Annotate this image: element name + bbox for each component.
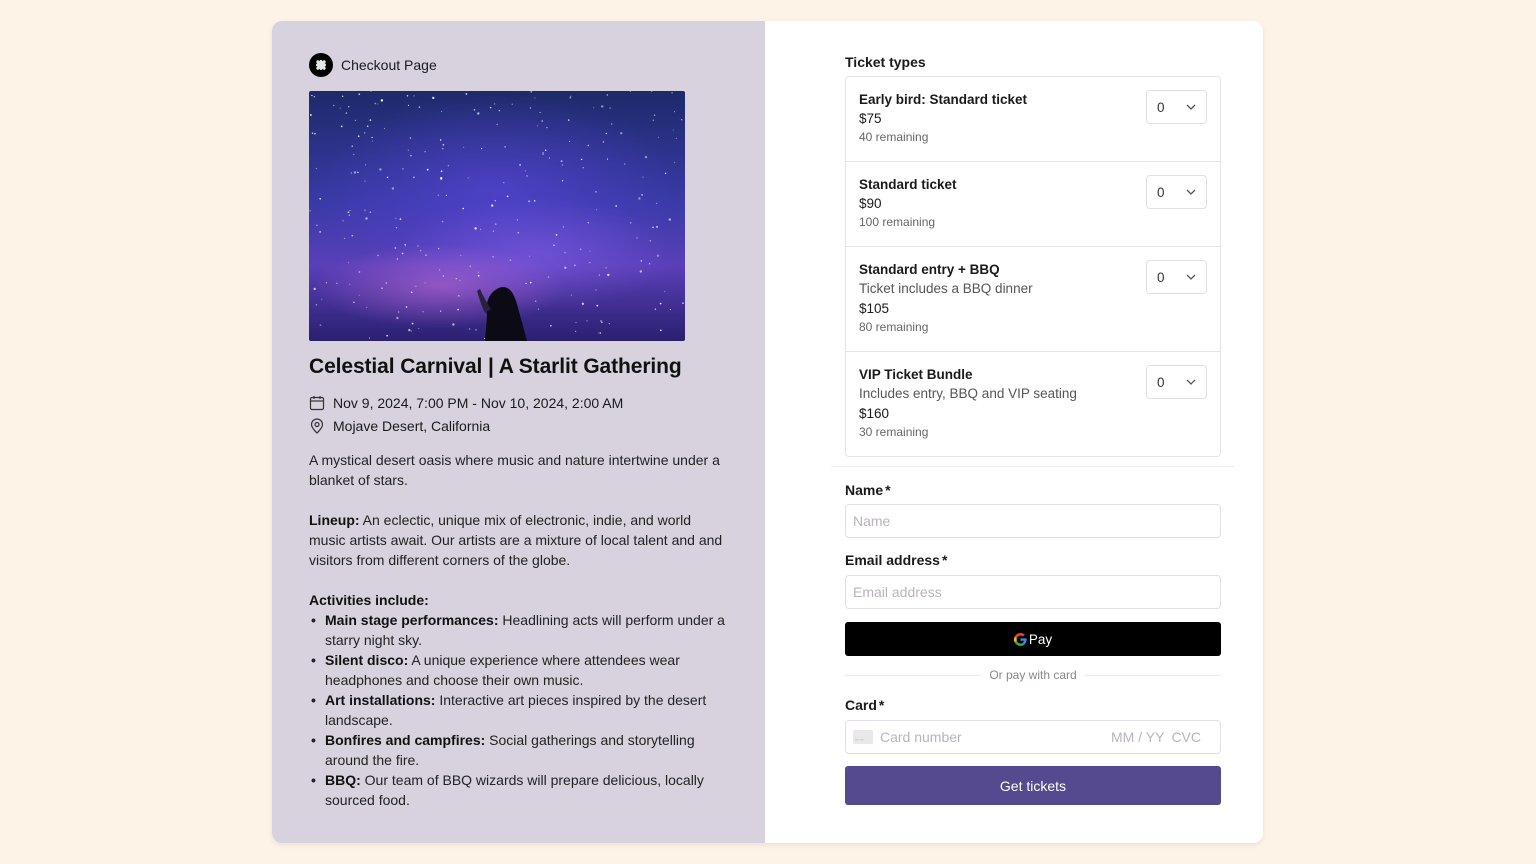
ticket-remaining: 40 remaining	[859, 130, 929, 144]
ticket-list: Early bird: Standard ticket $75 40 remai…	[845, 76, 1221, 457]
google-pay-label: Pay	[1028, 631, 1053, 647]
ticket-types-label: Ticket types	[845, 54, 926, 70]
email-input[interactable]	[845, 575, 1221, 609]
event-datetime-text: Nov 9, 2024, 7:00 PM - Nov 10, 2024, 2:0…	[333, 395, 624, 411]
event-datetime: Nov 9, 2024, 7:00 PM - Nov 10, 2024, 2:0…	[309, 393, 728, 413]
chevron-down-icon	[1186, 379, 1196, 385]
ticket-item-standard-bbq: Standard entry + BBQ Ticket includes a B…	[846, 247, 1220, 352]
event-intro: A mystical desert oasis where music and …	[309, 452, 720, 488]
card-expiry-placeholder: MM / YY	[1111, 729, 1165, 745]
event-location: Mojave Desert, California	[309, 416, 728, 436]
quantity-select[interactable]: 0	[1146, 365, 1207, 399]
ticket-remaining: 30 remaining	[859, 425, 929, 439]
activity-item: Main stage performances: Headlining acts…	[309, 610, 728, 650]
quantity-value: 0	[1157, 184, 1165, 200]
or-pay-with-card-text: Or pay with card	[989, 668, 1077, 682]
event-details-panel: Checkout Page Celestial Carnival | A Sta…	[272, 21, 765, 843]
chevron-down-icon	[1186, 189, 1196, 195]
silhouette-figure	[477, 286, 527, 341]
card-label: Card *	[845, 697, 885, 713]
name-label: Name *	[845, 482, 891, 498]
activity-item: Art installations: Interactive art piece…	[309, 690, 728, 730]
activity-item: Bonfires and campfires: Social gathering…	[309, 730, 728, 770]
ticket-item-early-bird: Early bird: Standard ticket $75 40 remai…	[846, 77, 1220, 162]
event-lineup: Lineup: An eclectic, unique mix of elect…	[309, 512, 723, 568]
activities-list: Main stage performances: Headlining acts…	[309, 610, 728, 810]
quantity-value: 0	[1157, 374, 1165, 390]
ticket-item-vip: VIP Ticket Bundle Includes entry, BBQ an…	[846, 352, 1220, 456]
event-hero-image	[309, 91, 685, 341]
chevron-down-icon	[1186, 274, 1196, 280]
get-tickets-button[interactable]: Get tickets	[845, 766, 1221, 805]
google-g-icon	[1013, 632, 1027, 646]
activity-item: Silent disco: A unique experience where …	[309, 650, 728, 690]
event-description: A mystical desert oasis where music and …	[309, 450, 728, 810]
quantity-select[interactable]: 0	[1146, 260, 1207, 294]
quantity-select[interactable]: 0	[1146, 175, 1207, 209]
ticket-price: $160	[859, 406, 890, 421]
ticket-remaining: 80 remaining	[859, 320, 929, 334]
card-input[interactable]: Card number MM / YY CVC	[845, 720, 1221, 754]
activities-heading: Activities include:	[309, 592, 429, 608]
checkout-form-panel: Ticket types Early bird: Standard ticket…	[765, 21, 1263, 843]
ticket-remaining: 100 remaining	[859, 215, 936, 229]
activity-item: BBQ: Our team of BBQ wizards will prepar…	[309, 770, 728, 810]
quantity-select[interactable]: 0	[1146, 90, 1207, 124]
brand-name: Checkout Page	[341, 57, 437, 73]
brand-header: Checkout Page	[309, 53, 728, 77]
or-pay-with-card-divider: Or pay with card	[845, 667, 1221, 683]
quantity-value: 0	[1157, 269, 1165, 285]
calendar-icon	[309, 396, 325, 411]
chevron-down-icon	[1186, 104, 1196, 110]
brand-logo-icon	[309, 53, 333, 77]
map-pin-icon	[310, 418, 324, 434]
event-title: Celestial Carnival | A Starlit Gathering	[309, 355, 682, 378]
card-cvc-placeholder: CVC	[1171, 729, 1201, 745]
ticket-price: $105	[859, 301, 890, 316]
event-location-text: Mojave Desert, California	[333, 418, 491, 434]
name-input[interactable]	[845, 504, 1221, 538]
credit-card-icon	[853, 730, 873, 744]
section-divider	[831, 466, 1235, 467]
google-pay-button[interactable]: Pay	[845, 622, 1221, 656]
checkout-card: Checkout Page Celestial Carnival | A Sta…	[272, 21, 1263, 843]
email-label: Email address *	[845, 552, 948, 568]
ticket-item-standard: Standard ticket $90 100 remaining 0	[846, 162, 1220, 247]
quantity-value: 0	[1157, 99, 1165, 115]
card-number-placeholder: Card number	[880, 729, 962, 745]
